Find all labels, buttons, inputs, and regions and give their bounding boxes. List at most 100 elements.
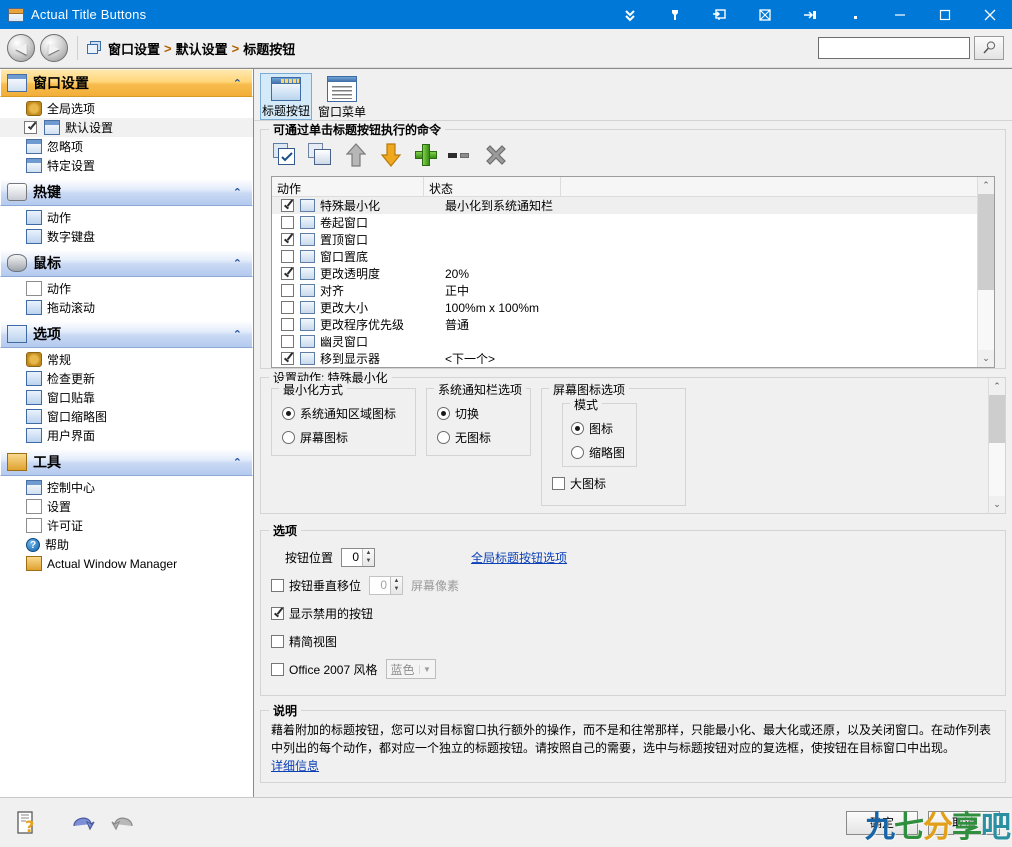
settings-scrollbar[interactable]: ⌃ ⌄ bbox=[988, 378, 1005, 513]
global-title-buttons-options-link[interactable]: 全局标题按钮选项 bbox=[471, 549, 567, 566]
stepper-down-icon[interactable]: ▼ bbox=[363, 557, 374, 566]
radio-tray-icon[interactable]: 系统通知区域图标 bbox=[282, 401, 405, 425]
radio-switch[interactable]: 切换 bbox=[437, 401, 520, 425]
row-checkbox[interactable] bbox=[281, 352, 294, 365]
undo-icon[interactable] bbox=[70, 810, 96, 836]
scroll-thumb[interactable] bbox=[989, 395, 1005, 443]
sidebar-group-window-settings[interactable]: 窗口设置 ⌃ bbox=[0, 69, 253, 97]
sidebar-group-tools[interactable]: 工具 ⌃ bbox=[0, 448, 253, 476]
table-row[interactable]: 置顶窗口 bbox=[272, 231, 977, 248]
table-row[interactable]: 更改大小 100%m x 100%m bbox=[272, 299, 977, 316]
table-row[interactable]: 更改透明度 20% bbox=[272, 265, 977, 282]
action-list-scrollbar[interactable]: ⌃ ⌄ bbox=[977, 177, 994, 367]
table-row[interactable]: 窗口置底 bbox=[272, 248, 977, 265]
sidebar-item-drag-scroll[interactable]: 拖动滚动 bbox=[0, 298, 253, 317]
chevron-up-icon[interactable]: ⌃ bbox=[233, 328, 242, 341]
checkbox-vertical-shift[interactable]: 按钮垂直移位 bbox=[271, 577, 361, 594]
action-list[interactable]: 动作 状态 特殊最小化 最小化到系统通知栏 卷起窗口 置顶窗口 窗口置底 更改透… bbox=[271, 176, 995, 368]
sidebar-item-control-center[interactable]: 控制中心 bbox=[0, 478, 253, 497]
column-header-action[interactable]: 动作 bbox=[272, 177, 424, 197]
radio-icon[interactable] bbox=[571, 421, 584, 435]
table-row[interactable]: 移到显示器 <下一个> bbox=[272, 350, 977, 367]
export-icon[interactable] bbox=[697, 0, 742, 29]
transparency-icon[interactable] bbox=[742, 0, 787, 29]
x-close-icon[interactable] bbox=[483, 142, 509, 168]
sidebar-item-mouse-action[interactable]: 动作 bbox=[0, 279, 253, 298]
row-checkbox[interactable] bbox=[281, 318, 294, 331]
checkbox-icon[interactable] bbox=[24, 121, 37, 134]
sidebar-item-numpad[interactable]: 数字键盘 bbox=[0, 227, 253, 246]
sidebar-group-hotkeys[interactable]: 热键 ⌃ bbox=[0, 178, 253, 206]
checkbox-compact-view[interactable]: 精简视图 bbox=[271, 633, 337, 650]
radio-screen-icon[interactable]: 屏幕图标 bbox=[282, 425, 405, 449]
sidebar-item-default-settings[interactable]: 默认设置 bbox=[0, 118, 253, 137]
redo-icon[interactable] bbox=[110, 810, 136, 836]
down-arrow-icon[interactable] bbox=[378, 142, 404, 168]
collapse-all-icon[interactable] bbox=[607, 0, 652, 29]
row-checkbox[interactable] bbox=[281, 199, 294, 212]
roll-up-icon[interactable] bbox=[787, 0, 832, 29]
checkbox-icon[interactable] bbox=[271, 634, 284, 648]
chevron-down-icon[interactable]: ▼ bbox=[418, 664, 435, 674]
dot-icon[interactable] bbox=[832, 0, 877, 29]
minimize-icon[interactable] bbox=[877, 0, 922, 29]
sidebar-item-settings[interactable]: 设置 bbox=[0, 497, 253, 516]
up-arrow-icon[interactable] bbox=[343, 142, 369, 168]
sidebar-group-mouse[interactable]: 鼠标 ⌃ bbox=[0, 249, 253, 277]
row-checkbox[interactable] bbox=[281, 267, 294, 280]
sidebar-group-options[interactable]: 选项 ⌃ bbox=[0, 320, 253, 348]
row-checkbox[interactable] bbox=[281, 233, 294, 246]
button-position-stepper[interactable]: 0 ▲ ▼ bbox=[341, 547, 376, 567]
row-checkbox[interactable] bbox=[281, 216, 294, 229]
scroll-thumb[interactable] bbox=[978, 194, 994, 290]
maximize-icon[interactable] bbox=[922, 0, 967, 29]
plus-icon[interactable] bbox=[413, 142, 439, 168]
sidebar-item-specific-settings[interactable]: 特定设置 bbox=[0, 156, 253, 175]
scroll-up-icon[interactable]: ⌃ bbox=[978, 177, 994, 194]
checkbox-large-icons[interactable]: 大图标 bbox=[552, 475, 675, 492]
stepper-up-icon[interactable]: ▲ bbox=[363, 549, 374, 558]
sidebar-item-check-updates[interactable]: 检查更新 bbox=[0, 369, 253, 388]
column-header-state[interactable]: 状态 bbox=[424, 177, 561, 197]
breadcrumb-item-1[interactable]: 默认设置 bbox=[176, 39, 228, 58]
sidebar-item-license[interactable]: 许可证 bbox=[0, 516, 253, 535]
breadcrumb-item-0[interactable]: 窗口设置 bbox=[108, 39, 160, 58]
checkbox-office-2007-style[interactable]: Office 2007 风格 bbox=[271, 661, 378, 678]
table-row[interactable]: 卷起窗口 bbox=[272, 214, 977, 231]
chevron-up-icon[interactable]: ⌃ bbox=[233, 456, 242, 469]
back-button[interactable]: ◀ bbox=[7, 34, 35, 62]
search-button[interactable] bbox=[974, 36, 1004, 60]
copy-icon[interactable] bbox=[308, 142, 334, 168]
office-style-color-select[interactable]: 蓝色 ▼ bbox=[385, 659, 436, 679]
row-checkbox[interactable] bbox=[281, 301, 294, 314]
sidebar-item-user-interface[interactable]: 用户界面 bbox=[0, 426, 253, 445]
table-row[interactable]: 对齐 正中 bbox=[272, 282, 977, 299]
vertical-shift-stepper[interactable]: 0 ▲ ▼ bbox=[369, 575, 404, 595]
row-checkbox[interactable] bbox=[281, 335, 294, 348]
radio-thumbnail-mode[interactable]: 缩略图 bbox=[571, 440, 630, 464]
table-row[interactable]: 幽灵窗口 bbox=[272, 333, 977, 350]
chevron-up-icon[interactable]: ⌃ bbox=[233, 257, 242, 270]
scroll-track[interactable] bbox=[989, 395, 1005, 496]
radio-icon-mode[interactable]: 图标 bbox=[571, 416, 630, 440]
chevron-up-icon[interactable]: ⌃ bbox=[233, 77, 242, 90]
sidebar-item-window-thumbnail[interactable]: 窗口缩略图 bbox=[0, 407, 253, 426]
forward-button[interactable]: ▶ bbox=[40, 34, 68, 62]
sidebar-item-help[interactable]: ? 帮助 bbox=[0, 535, 253, 554]
close-icon[interactable] bbox=[967, 0, 1012, 29]
tab-title-buttons[interactable]: 标题按钮 bbox=[260, 73, 312, 120]
radio-icon[interactable] bbox=[437, 406, 450, 420]
pin-tool-icon[interactable] bbox=[652, 0, 697, 29]
check-copy-icon[interactable] bbox=[273, 142, 299, 168]
stepper-down-icon[interactable]: ▼ bbox=[391, 585, 402, 594]
vertical-shift-value[interactable]: 0 bbox=[370, 577, 390, 594]
table-row[interactable]: 更改程序优先级 普通 bbox=[272, 316, 977, 333]
tab-window-menu[interactable]: 窗口菜单 bbox=[316, 73, 368, 120]
table-row[interactable]: 特殊最小化 最小化到系统通知栏 bbox=[272, 197, 977, 214]
checkbox-show-disabled[interactable]: 显示禁用的按钮 bbox=[271, 605, 373, 622]
checkbox-icon[interactable] bbox=[552, 477, 565, 490]
sidebar-item-hotkey-action[interactable]: 动作 bbox=[0, 208, 253, 227]
minus-icon[interactable] bbox=[448, 142, 474, 168]
scroll-down-icon[interactable]: ⌄ bbox=[978, 350, 994, 367]
scroll-track[interactable] bbox=[978, 194, 994, 350]
